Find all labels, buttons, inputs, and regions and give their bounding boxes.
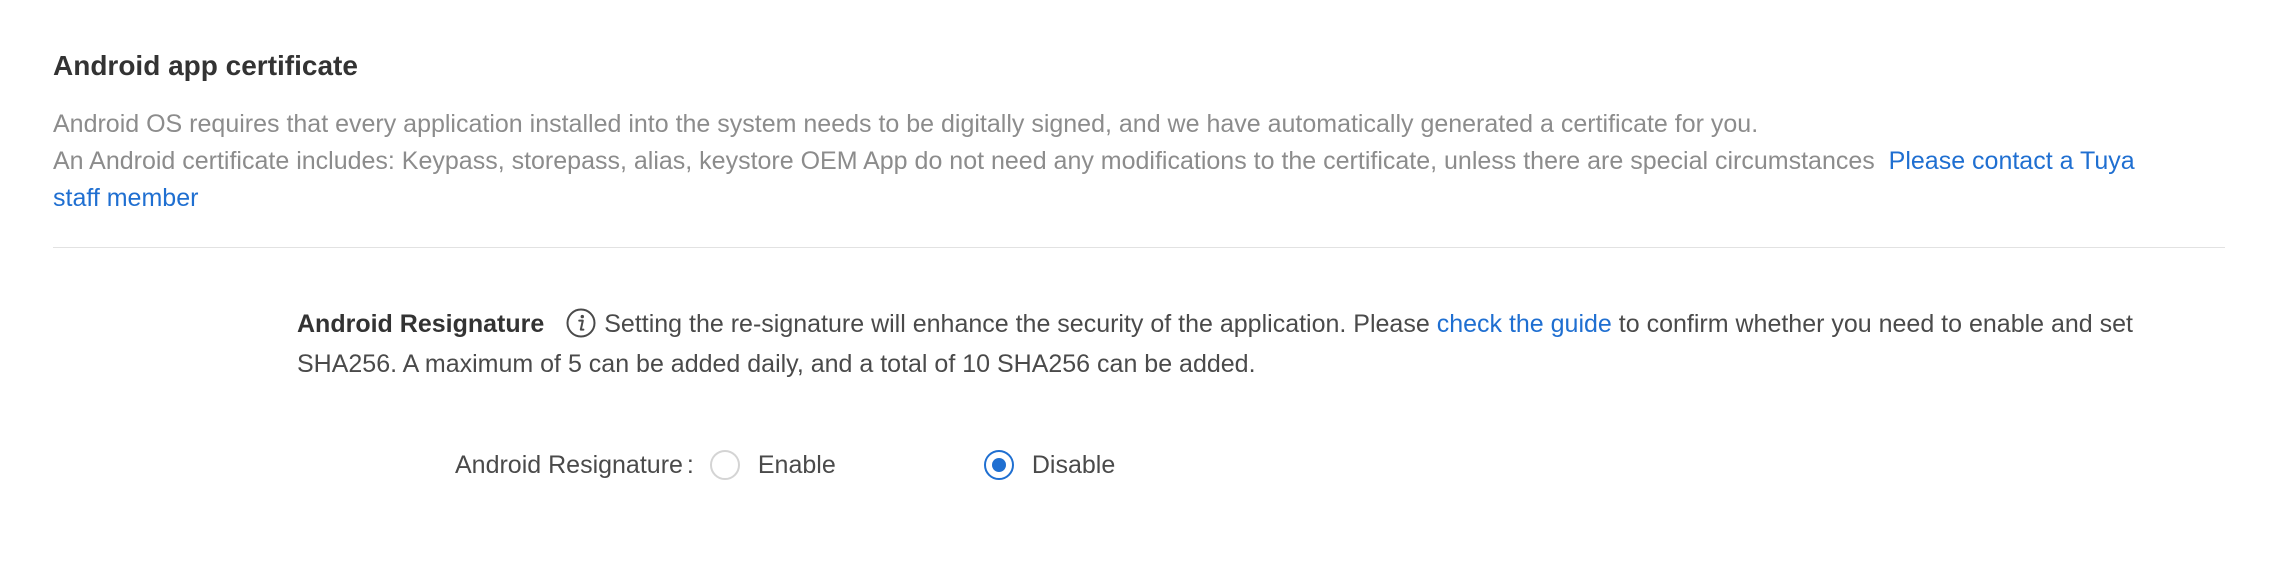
form-label-colon: : xyxy=(686,450,694,479)
radio-enable[interactable]: Enable xyxy=(709,450,984,480)
resignature-form-label: Android Resignature xyxy=(455,450,683,479)
resignature-info: Android Resignature Setting the re-signa… xyxy=(297,304,2177,384)
radio-enable-label[interactable]: Enable xyxy=(758,451,836,480)
description-line-1: Android OS requires that every applicati… xyxy=(53,110,1759,138)
resignature-heading: Android Resignature xyxy=(297,310,545,338)
radio-enable-circle[interactable] xyxy=(709,450,740,480)
radio-disable[interactable]: Disable xyxy=(983,450,1115,480)
section-divider xyxy=(53,247,2225,248)
check-guide-link[interactable]: check the guide xyxy=(1437,310,1612,338)
resignature-text-before-link: Setting the re-signature will enhance th… xyxy=(604,310,1430,338)
radio-disable-label[interactable]: Disable xyxy=(1032,451,1115,480)
resignature-form-row: Android Resignature : Enable Disable xyxy=(455,445,1115,485)
certificate-description: Android OS requires that every applicati… xyxy=(53,106,2173,217)
radio-disable-circle[interactable] xyxy=(983,450,1014,480)
section-title: Android app certificate xyxy=(53,50,358,81)
description-line-2: An Android certificate includes: Keypass… xyxy=(53,147,1875,175)
info-icon xyxy=(566,308,596,338)
